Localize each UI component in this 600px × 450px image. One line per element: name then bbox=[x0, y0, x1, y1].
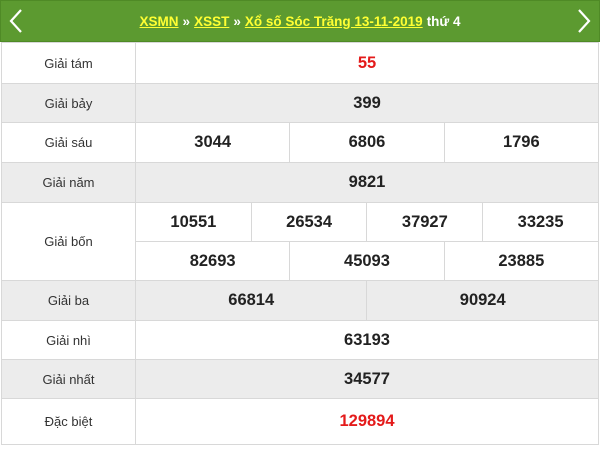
breadcrumb-separator: » bbox=[233, 13, 241, 29]
prize-number: 55 bbox=[135, 42, 599, 84]
prize-label: Giải tám bbox=[1, 42, 136, 84]
results-table: Giải tám 55 Giải bảy 399 Giải sáu 3044 6… bbox=[1, 42, 600, 445]
breadcrumb-separator: » bbox=[182, 13, 191, 29]
next-day-button[interactable] bbox=[569, 1, 599, 41]
prize-number: 66814 bbox=[134, 280, 368, 321]
row-giai-tam: Giải tám 55 bbox=[1, 42, 599, 84]
prize-number: 34577 bbox=[135, 359, 599, 399]
prize-number: 9821 bbox=[135, 162, 599, 203]
prize-number: 63193 bbox=[135, 320, 599, 360]
prize-label: Đặc biệt bbox=[1, 398, 136, 445]
row-giai-nhi: Giải nhì 63193 bbox=[1, 320, 599, 360]
prize-number: 6806 bbox=[289, 122, 445, 163]
chevron-right-icon bbox=[578, 9, 591, 33]
row-giai-ba: Giải ba 66814 90924 bbox=[1, 280, 599, 321]
prize-number: 399 bbox=[135, 83, 599, 123]
header-title: XSMN» XSST» Xổ số Sóc Trăng 13-11-2019 thứ … bbox=[140, 14, 461, 29]
prize-label: Giải bốn bbox=[1, 202, 136, 281]
prize-label: Giải sáu bbox=[1, 122, 136, 163]
prize-label: Giải năm bbox=[1, 162, 136, 203]
prize-number: 23885 bbox=[443, 241, 600, 281]
weekday-label: thứ 4 bbox=[426, 13, 461, 29]
prize-number: 37927 bbox=[366, 202, 484, 242]
prize-number: 1796 bbox=[443, 122, 600, 163]
row-giai-bay: Giải bảy 399 bbox=[1, 83, 599, 123]
results-header: XSMN» XSST» Xổ số Sóc Trăng 13-11-2019 thứ … bbox=[0, 0, 600, 42]
chevron-left-icon bbox=[9, 9, 22, 33]
xsmn-link[interactable]: XSMN bbox=[140, 14, 179, 29]
result-title-link[interactable]: Xổ số Sóc Trăng 13-11-2019 bbox=[245, 14, 423, 29]
row-giai-nhat: Giải nhất 34577 bbox=[1, 359, 599, 399]
prize-number: 33235 bbox=[482, 202, 599, 242]
prize-number: 90924 bbox=[366, 280, 599, 321]
prize-number: 82693 bbox=[134, 241, 291, 281]
prev-day-button[interactable] bbox=[1, 1, 31, 41]
row-giai-bon: Giải bốn 10551 26534 37927 33235 bbox=[1, 202, 599, 281]
prize-number: 10551 bbox=[135, 202, 252, 242]
prize-number: 26534 bbox=[250, 202, 368, 242]
prize-number: 45093 bbox=[289, 241, 445, 281]
prize-number: 3044 bbox=[134, 122, 291, 163]
prize-label: Giải nhì bbox=[1, 320, 136, 360]
prize-number-special: 129894 bbox=[135, 398, 599, 445]
row-giai-nam: Giải năm 9821 bbox=[1, 162, 599, 203]
row-giai-sau: Giải sáu 3044 6806 1796 bbox=[1, 122, 600, 163]
xsst-link[interactable]: XSST bbox=[194, 14, 229, 29]
row-dac-biet: Đặc biệt 129894 bbox=[1, 398, 599, 445]
prize-label: Giải nhất bbox=[1, 359, 136, 399]
prize-label: Giải bảy bbox=[1, 83, 136, 123]
prize-label: Giải ba bbox=[1, 280, 136, 321]
